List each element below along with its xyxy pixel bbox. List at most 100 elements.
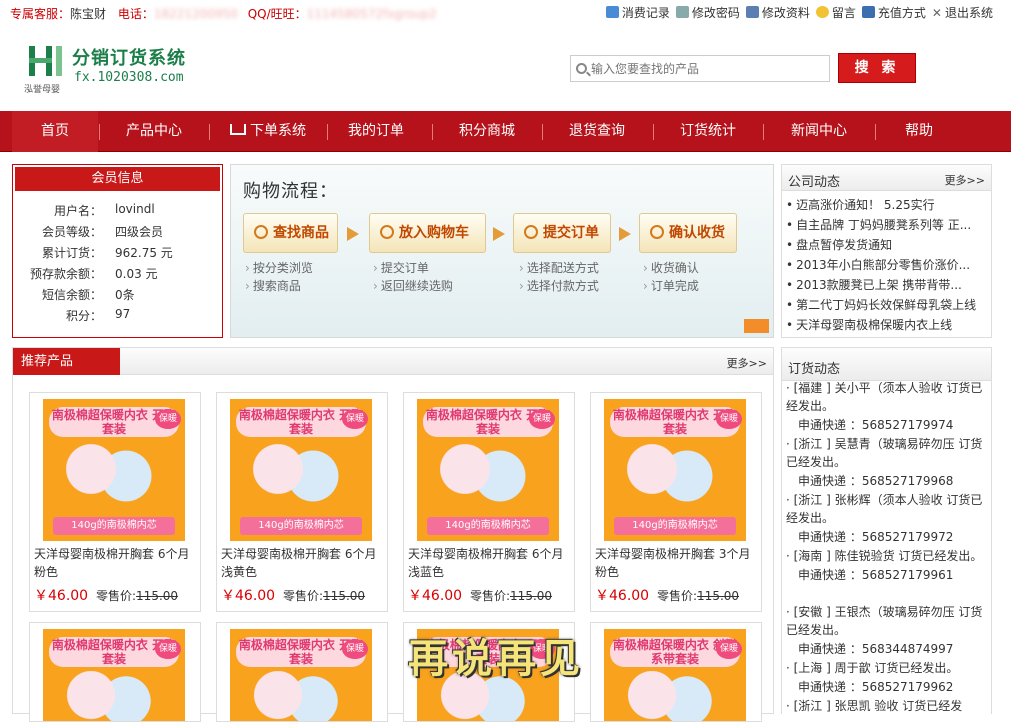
news-item[interactable]: 盘点暂停发货通知 (786, 236, 986, 253)
step-submit-order: 提交订单 (513, 213, 611, 253)
member-row: 预存款余额： 0.03 元 (29, 267, 158, 281)
flow-sub-item: 提交订单 (373, 259, 429, 276)
product-name[interactable]: 天洋母婴南极棉开胸套 6个月浅黄色 (221, 545, 387, 581)
shopping-flow-banner: 购物流程： 查找商品 放入购物车 提交订单 确认收货 按分类浏览 搜索商品 提交… (230, 164, 774, 338)
clothes-illustration (248, 671, 348, 721)
arrow-right-icon (347, 227, 359, 241)
flow-sub-item: 返回继续选购 (373, 277, 453, 294)
logo-title: 分销订货系统 (72, 48, 186, 69)
phone-value: 18221200950 (153, 7, 238, 21)
product-name[interactable]: 天洋母婴南极棉开胸套 3个月粉色 (595, 545, 761, 581)
member-info-title: 会员信息 (15, 167, 220, 191)
overlay-caption: 再说再见 (408, 635, 584, 682)
product-image[interactable]: 南极棉超保暖内衣 开胸套装 保暖 140g的南极棉内芯 (43, 399, 185, 541)
product-card[interactable]: 南极棉超保暖内衣 斜襟系带套装 保暖 (590, 622, 762, 722)
link-consumption-record[interactable]: 消费记录 (605, 4, 670, 21)
product-name[interactable]: 天洋母婴南极棉开胸套 6个月浅蓝色 (408, 545, 574, 581)
product-image[interactable]: 南极棉超保暖内衣 开胸套装 保暖 140g的南极棉内芯 (230, 399, 372, 541)
product-price: ￥46.00 (221, 588, 276, 604)
news-item[interactable]: 2013年小白熊部分零售价涨价... (786, 256, 986, 273)
logo-icon (29, 46, 62, 76)
product-name[interactable]: 天洋母婴南极棉开胸套 6个月粉色 (34, 545, 200, 581)
shopping-flow-title: 购物流程： (243, 181, 338, 202)
top-bar: 专属客服：陈宝财 电话：18221200950 QQ/旺旺：1114580572… (0, 0, 1011, 26)
link-message[interactable]: 留言 (815, 4, 856, 21)
member-row: 短信余额： 0条 (41, 288, 135, 302)
phone-label: 电话： (117, 7, 154, 21)
link-edit-profile[interactable]: 修改资料 (745, 4, 810, 21)
cart-icon (230, 124, 246, 135)
nav-help[interactable]: 帮助 (876, 111, 962, 152)
product-price: ￥46.00 (408, 588, 463, 604)
product-retail-price: 零售价:115.00 (470, 589, 553, 603)
flow-sub-item: 收货确认 (643, 259, 699, 276)
clothes-illustration (622, 441, 722, 511)
recommended-more-link[interactable]: 更多>> (727, 355, 767, 371)
product-retail-price: 零售价:115.00 (96, 589, 179, 603)
company-news-more-link[interactable]: 更多>> (945, 172, 985, 188)
service-name: 陈宝财 (70, 7, 107, 21)
company-news-panel: 公司动态 更多>> 迈高涨价通知！ 5.25实行 自主品牌 丁妈妈腰凳系列等 正… (781, 164, 992, 338)
order-activity-title: 订货动态 (788, 362, 841, 377)
order-entry: · [上海 ] 周于歆 订货已经发出。 申通快递 ：568527179962 (786, 661, 959, 694)
flow-sub-item: 订单完成 (643, 277, 699, 294)
member-row: 会员等级： 四级会员 (41, 225, 164, 239)
service-info: 专属客服：陈宝财 电话：18221200950 QQ/旺旺：1114580572… (10, 5, 437, 22)
nav-returns[interactable]: 退货查询 (543, 111, 651, 152)
logo-subtitle: 泓誉母婴 (24, 85, 61, 95)
search-button[interactable]: 搜 索 (838, 53, 916, 83)
chat-icon (815, 6, 829, 18)
profile-icon (745, 6, 759, 18)
product-card[interactable]: 南极棉超保暖内衣 开胸套装 保暖 (216, 622, 388, 722)
order-activity-panel: 订货动态 · [福建 ] 关小平（须本人验收 订货已经发出。 申通快递 ：5685… (781, 347, 992, 714)
link-change-password[interactable]: 修改密码 (675, 4, 740, 21)
search-input[interactable] (591, 59, 825, 79)
nav-my-orders[interactable]: 我的订单 (328, 111, 424, 152)
news-item[interactable]: 迈高涨价通知！ 5.25实行 (786, 196, 986, 213)
news-item[interactable]: 2013款腰凳已上架 携带背带... (786, 276, 986, 293)
corner-tab[interactable] (744, 319, 769, 333)
product-image[interactable]: 南极棉超保暖内衣 开胸套装 保暖 140g的南极棉内芯 (417, 399, 559, 541)
flow-sub-item: 选择付款方式 (519, 277, 599, 294)
nav-points-mall[interactable]: 积分商城 (433, 111, 541, 152)
clothes-illustration (622, 671, 722, 721)
product-card[interactable]: 南极棉超保暖内衣 开胸套装 保暖 140g的南极棉内芯 天洋母婴南极棉开胸套 6… (29, 392, 201, 612)
link-logout[interactable]: ✕ 退出系统 (932, 4, 993, 21)
news-item[interactable]: 自主品牌 丁妈妈腰凳系列等 正... (786, 216, 986, 233)
order-activity-header: 订货动态 (782, 348, 991, 381)
clothes-illustration (61, 441, 161, 511)
clothes-illustration (435, 441, 535, 511)
news-item[interactable]: 天洋母婴南极棉保暖内衣上线 (786, 316, 986, 333)
step-find-products: 查找商品 (243, 213, 338, 253)
nav-order-system[interactable]: 下单系统 (210, 111, 326, 152)
flow-sub-item: 搜索商品 (245, 277, 301, 294)
product-price: ￥46.00 (595, 588, 650, 604)
truck-icon (650, 225, 664, 239)
news-item[interactable]: 第二代丁妈妈长效保鲜母乳袋上线 (786, 296, 986, 313)
search-icon (576, 63, 587, 74)
qq-value: 1114580572fxgroup2 (306, 7, 437, 21)
product-card[interactable]: 南极棉超保暖内衣 开胸套装 保暖 140g的南极棉内芯 天洋母婴南极棉开胸套 6… (403, 392, 575, 612)
order-entry: · [浙江 ] 张彬辉（须本人验收 订货已经发出。 申通快递 ：568527179… (786, 493, 983, 544)
edit-icon (675, 6, 689, 18)
order-entry: · [海南 ] 陈佳锐验货 订货已经发出。 申通快递 ：568527179961 (786, 549, 983, 582)
order-entry: · [福建 ] 关小平（须本人验收 订货已经发出。 申通快递 ：568527179… (786, 381, 983, 432)
product-image[interactable]: 南极棉超保暖内衣 开胸套装 保暖 (43, 629, 185, 721)
service-label: 专属客服： (10, 7, 71, 21)
product-image[interactable]: 南极棉超保暖内衣 开胸套装 保暖 140g的南极棉内芯 (604, 399, 746, 541)
nav-news[interactable]: 新闻中心 (764, 111, 874, 152)
link-recharge[interactable]: 充值方式 (861, 4, 926, 21)
cart-icon (380, 225, 394, 239)
product-card[interactable]: 南极棉超保暖内衣 开胸套装 保暖 140g的南极棉内芯 天洋母婴南极棉开胸套 3… (590, 392, 762, 612)
nav-products[interactable]: 产品中心 (100, 111, 208, 152)
nav-order-stats[interactable]: 订货统计 (654, 111, 762, 152)
flow-sub-item: 按分类浏览 (245, 259, 313, 276)
product-card[interactable]: 南极棉超保暖内衣 开胸套装 保暖 (29, 622, 201, 722)
product-card[interactable]: 南极棉超保暖内衣 开胸套装 保暖 140g的南极棉内芯 天洋母婴南极棉开胸套 6… (216, 392, 388, 612)
member-info-panel: 会员信息 用户名： lovindl 会员等级： 四级会员 累计订货： 962.75 元… (12, 164, 223, 338)
product-image[interactable]: 南极棉超保暖内衣 斜襟系带套装 保暖 (604, 629, 746, 721)
recommended-products: 南极棉超保暖内衣 开胸套装 保暖 140g的南极棉内芯 天洋母婴南极棉开胸套 6… (12, 375, 774, 722)
nav-home[interactable]: 首页 (12, 111, 98, 152)
product-image[interactable]: 南极棉超保暖内衣 开胸套装 保暖 (230, 629, 372, 721)
company-news-header: 公司动态 更多>> (782, 165, 991, 191)
